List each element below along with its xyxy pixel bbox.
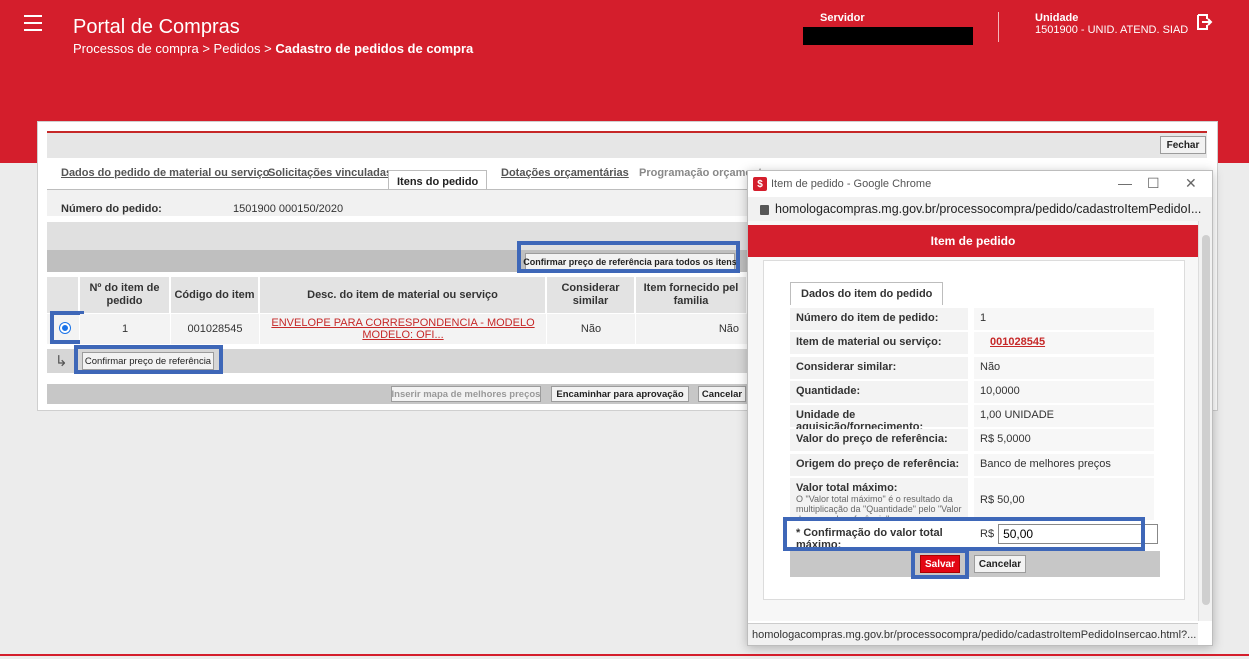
app-title: Portal de Compras	[73, 16, 240, 38]
breadcrumb-path: Processos de compra > Pedidos >	[73, 41, 276, 56]
field-value-valor-total: R$ 50,00	[974, 478, 1154, 520]
servidor-redacted	[803, 27, 973, 45]
tab-dotacoes[interactable]: Dotações orçamentárias	[501, 167, 629, 179]
unidade-value: 1501900 - UNID. ATEND. SIAD	[1035, 24, 1189, 36]
field-label-valor-total: Valor total máximo: O "Valor total máxim…	[790, 478, 968, 520]
field-label-numero: Número do item de pedido:	[790, 308, 968, 330]
popup-titlebar: $ Item de pedido - Google Chrome — ☐ ✕	[748, 171, 1212, 197]
cancelar-button[interactable]: Cancelar	[698, 386, 746, 402]
popup-url: homologacompras.mg.gov.br/processocompra…	[775, 202, 1202, 216]
highlight-salvar	[911, 549, 969, 579]
tab-dados-pedido[interactable]: Dados do pedido de material ou serviço	[61, 167, 269, 179]
panel-toolbar	[47, 133, 1207, 158]
field-value-unidade: 1,00 UNIDADE	[974, 405, 1154, 427]
table-header-fornecido: Item fornecido pel familia	[636, 277, 747, 313]
lock-icon	[760, 205, 769, 215]
table-cell-codigo: 001028545	[171, 314, 259, 344]
breadcrumb-current: Cadastro de pedidos de compra	[275, 41, 474, 56]
field-label-similar: Considerar similar:	[790, 357, 968, 379]
table-header-similar: Considerar similar	[547, 277, 635, 313]
fechar-button[interactable]: Fechar	[1160, 136, 1206, 154]
field-label-unidade: Unidade de aquisição/fornecimento:	[790, 405, 968, 433]
field-value-similar: Não	[974, 357, 1154, 379]
valor-total-label: Valor total máximo:	[796, 482, 898, 494]
field-label-origem: Origem do preço de referência:	[790, 454, 968, 476]
table-header-codigo: Código do item	[171, 277, 259, 313]
logout-icon[interactable]	[1194, 12, 1214, 32]
popup-url-bar[interactable]: homologacompras.mg.gov.br/processocompra…	[748, 197, 1212, 221]
highlight-confirm-total	[783, 517, 1145, 551]
minimize-icon[interactable]: —	[1118, 175, 1132, 191]
field-label-item: Item de material ou serviço:	[790, 332, 968, 354]
field-value-item-link[interactable]: 001028545	[974, 332, 1154, 354]
pedido-value: 1501900 000150/2020	[233, 203, 344, 215]
highlight-confirm-ref	[74, 345, 223, 374]
servidor-label: Servidor	[820, 12, 865, 24]
pedido-label: Número do pedido:	[61, 203, 162, 215]
table-cell-fornecido: Não	[636, 314, 747, 344]
maximize-icon[interactable]: ☐	[1147, 175, 1160, 192]
portal-logo-icon: $	[753, 177, 767, 191]
sub-arrow-icon: ↳	[55, 353, 68, 370]
field-value-origem: Banco de melhores preços	[974, 454, 1154, 476]
tab-solicitacoes[interactable]: Solicitações vinculadas	[268, 167, 392, 179]
table-cell-similar: Não	[547, 314, 635, 344]
popup-window-title: Item de pedido - Google Chrome	[771, 178, 932, 190]
field-value-valor-ref: R$ 5,0000	[974, 429, 1154, 451]
table-header-item: Nº do item de pedido	[80, 277, 170, 313]
close-icon[interactable]: ✕	[1185, 175, 1197, 192]
header-divider	[998, 12, 999, 42]
hamburger-menu-icon[interactable]	[24, 15, 42, 31]
field-value-numero: 1	[974, 308, 1154, 330]
item-pedido-popup: $ Item de pedido - Google Chrome — ☐ ✕ h…	[747, 170, 1213, 646]
highlight-radio	[50, 311, 84, 344]
field-label-quantidade: Quantidade:	[790, 381, 968, 403]
unidade-label: Unidade	[1035, 12, 1079, 24]
field-label-valor-ref: Valor do preço de referência:	[790, 429, 968, 451]
table-header-desc: Desc. do item de material ou serviço	[260, 277, 546, 313]
encaminhar-button[interactable]: Encaminhar para aprovação	[551, 386, 689, 402]
table-cell-item: 1	[80, 314, 170, 344]
scroll-thumb[interactable]	[1202, 235, 1210, 605]
popup-header: Item de pedido	[748, 225, 1198, 257]
breadcrumb: Processos de compra > Pedidos > Cadastro…	[73, 41, 473, 56]
popup-cancelar-button[interactable]: Cancelar	[974, 555, 1026, 573]
popup-status-url: homologacompras.mg.gov.br/processocompra…	[748, 623, 1198, 645]
tab-programacao[interactable]: Programação orçament	[639, 167, 762, 179]
tab-dados-item[interactable]: Dados do item do pedido	[790, 282, 944, 305]
highlight-confirm-all	[517, 241, 740, 273]
table-cell-desc-link[interactable]: ENVELOPE PARA CORRESPONDENCIA - MODELO M…	[260, 314, 546, 344]
footer-line	[0, 654, 1249, 656]
popup-scrollbar[interactable]	[1198, 221, 1212, 621]
field-value-quantidade: 10,0000	[974, 381, 1154, 403]
table-header-select	[47, 277, 79, 313]
inserir-mapa-button[interactable]: Inserir mapa de melhores preços	[391, 386, 541, 402]
